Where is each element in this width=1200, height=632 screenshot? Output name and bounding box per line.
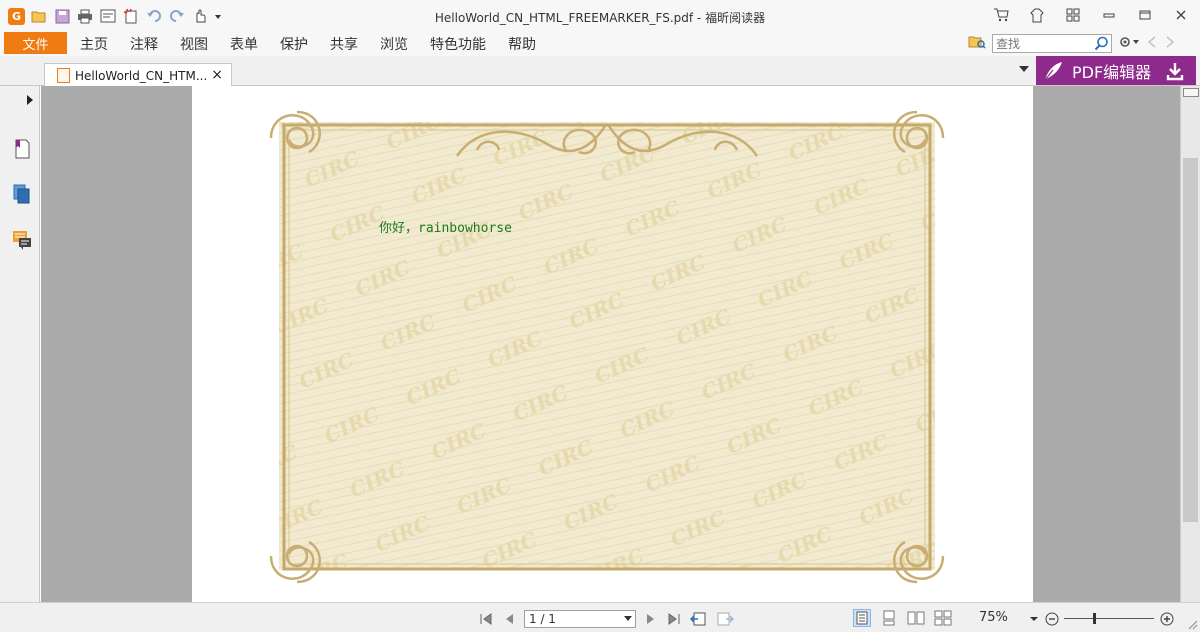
next-view-icon[interactable] <box>716 611 734 627</box>
document-viewport[interactable]: CIRC 你好，rainbowhorse <box>41 86 1180 602</box>
scroll-up-button[interactable] <box>1183 88 1199 97</box>
tab-list-dropdown-icon[interactable] <box>1019 66 1029 72</box>
document-tab-label: HelloWorld_CN_HTM... <box>75 69 208 83</box>
menu-browse[interactable]: 浏览 <box>380 34 408 54</box>
navigation-panel <box>0 86 43 602</box>
page-number-value: 1 / 1 <box>529 612 556 626</box>
window-controls <box>990 5 1192 25</box>
tab-close-icon[interactable]: × <box>211 67 223 83</box>
close-icon[interactable] <box>1170 5 1192 25</box>
continuous-view-icon[interactable] <box>880 609 898 627</box>
zoom-slider-track[interactable] <box>1064 618 1154 619</box>
skin-icon[interactable] <box>1026 5 1048 25</box>
ribbon-tabs: 主页 注释 视图 表单 保护 共享 浏览 特色功能 帮助 <box>80 34 558 54</box>
page-dropdown-icon[interactable] <box>624 616 632 622</box>
search-input[interactable] <box>993 35 1089 52</box>
resize-grip-icon[interactable] <box>1186 618 1198 630</box>
search-icon[interactable] <box>1094 36 1109 55</box>
menu-share[interactable]: 共享 <box>330 34 358 54</box>
menu-form[interactable]: 表单 <box>230 34 258 54</box>
page-navigation: 1 / 1 <box>478 610 734 628</box>
vertical-scrollbar[interactable] <box>1180 86 1200 602</box>
pdf-editor-promo-button[interactable]: PDF编辑器 <box>1036 56 1196 85</box>
page-layout-modes <box>853 609 952 627</box>
pdf-file-icon <box>57 68 70 83</box>
menu-help[interactable]: 帮助 <box>508 34 536 54</box>
zoom-slider[interactable] <box>1042 609 1182 629</box>
page-number-field[interactable]: 1 / 1 <box>524 610 636 628</box>
search-area <box>968 34 1176 53</box>
cart-icon[interactable] <box>990 5 1012 25</box>
file-menu-button[interactable]: 文件 <box>4 32 67 54</box>
scrollbar-thumb[interactable] <box>1183 158 1198 522</box>
feather-logo-icon <box>1044 61 1062 80</box>
menu-comment[interactable]: 注释 <box>130 34 158 54</box>
comments-icon[interactable] <box>11 229 33 251</box>
zoom-dropdown-icon[interactable] <box>1030 617 1038 621</box>
pages-thumbnail-icon[interactable] <box>11 183 33 205</box>
pdf-editor-label: PDF编辑器 <box>1072 62 1152 82</box>
download-icon <box>1166 62 1184 80</box>
document-tab[interactable]: HelloWorld_CN_HTM... × <box>44 63 232 87</box>
menu-home[interactable]: 主页 <box>80 34 108 54</box>
menu-protect[interactable]: 保护 <box>280 34 308 54</box>
minimize-icon[interactable] <box>1098 5 1120 25</box>
first-page-icon[interactable] <box>478 611 494 627</box>
facing-view-icon[interactable] <box>907 609 925 627</box>
menu-features[interactable]: 特色功能 <box>430 34 486 54</box>
continuous-facing-view-icon[interactable] <box>934 609 952 627</box>
menu-view[interactable]: 视图 <box>180 34 208 54</box>
zoom-slider-knob[interactable] <box>1093 613 1096 624</box>
previous-result-icon[interactable] <box>1146 35 1158 53</box>
search-box <box>992 34 1112 53</box>
zoom-out-icon[interactable] <box>1045 612 1059 626</box>
next-result-icon[interactable] <box>1164 35 1176 53</box>
previous-page-icon[interactable] <box>502 611 516 627</box>
certificate-border-image: CIRC <box>269 110 945 584</box>
find-folder-icon[interactable] <box>968 34 986 53</box>
greeting-text: 你好，rainbowhorse <box>379 221 512 236</box>
single-page-view-icon[interactable] <box>853 609 871 627</box>
previous-view-icon[interactable] <box>690 611 708 627</box>
apps-icon[interactable] <box>1062 5 1084 25</box>
zoom-in-icon[interactable] <box>1160 612 1174 626</box>
next-page-icon[interactable] <box>644 611 658 627</box>
search-options-icon[interactable] <box>1118 35 1140 53</box>
document-tab-bar: HelloWorld_CN_HTM... × <box>0 56 1200 87</box>
title-bar: G HelloWorld_CN_HTML_FREEMARKER_FS.pdf -… <box>0 0 1200 32</box>
bookmarks-icon[interactable] <box>11 138 33 160</box>
zoom-level[interactable]: 75% <box>979 610 1008 625</box>
pdf-page: CIRC 你好，rainbowhorse <box>192 86 1033 602</box>
menu-bar: 文件 主页 注释 视图 表单 保护 共享 浏览 特色功能 帮助 <box>0 32 1200 56</box>
last-page-icon[interactable] <box>666 611 682 627</box>
status-bar: 1 / 1 75% <box>0 602 1200 632</box>
restore-icon[interactable] <box>1134 5 1156 25</box>
expand-panel-icon[interactable] <box>27 95 33 105</box>
